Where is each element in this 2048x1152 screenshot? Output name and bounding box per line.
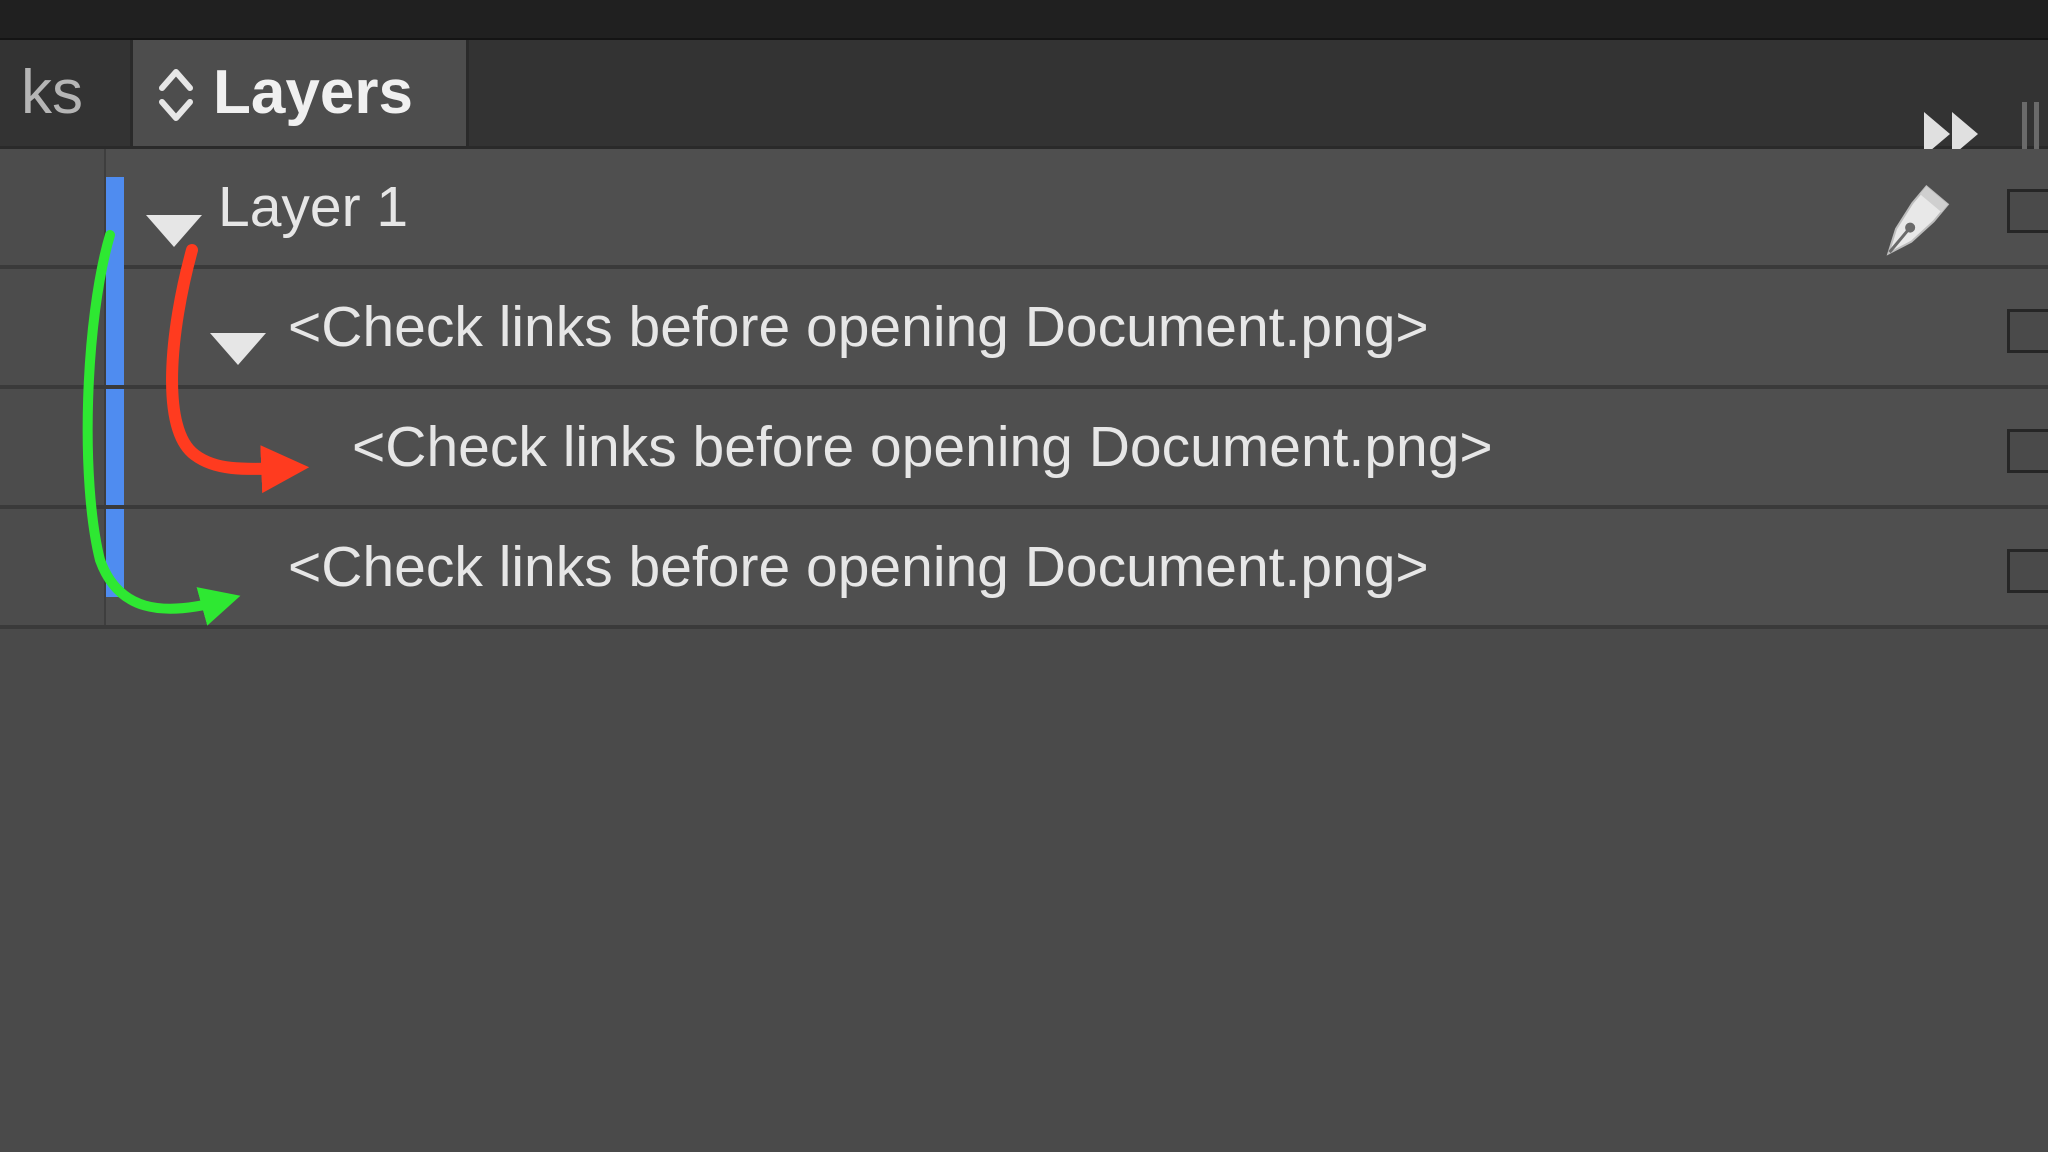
tab-links-label: ks: [21, 58, 83, 127]
layer-row-nested-object[interactable]: <Check links before opening Document.png…: [0, 389, 2048, 509]
tab-links[interactable]: ks: [0, 40, 123, 146]
layer-row-group[interactable]: <Check links before opening Document.png…: [0, 269, 2048, 389]
layer-name: <Check links before opening Document.png…: [288, 535, 1429, 599]
visibility-toggle[interactable]: [0, 149, 106, 265]
disclosure-triangle-icon[interactable]: [210, 329, 266, 369]
lock-toggle[interactable]: [2007, 429, 2048, 473]
layer-name: <Check links before opening Document.png…: [352, 415, 1493, 479]
lock-toggle[interactable]: [2007, 309, 2048, 353]
window-title-bar: [0, 0, 2048, 40]
lock-toggle[interactable]: [2007, 189, 2048, 233]
disclosure-triangle-icon[interactable]: [146, 211, 202, 251]
layers-panel-screenshot: ks Layers Layer 1 <Check links before op…: [0, 0, 2048, 1152]
visibility-toggle[interactable]: [0, 389, 106, 505]
panel-tab-bar: ks Layers: [0, 40, 2048, 166]
lock-toggle[interactable]: [2007, 549, 2048, 593]
up-down-chevron-icon[interactable]: [158, 66, 194, 124]
layer-color-strip: [106, 177, 124, 269]
pen-nib-icon: [1886, 185, 1950, 256]
layer-name: Layer 1: [218, 175, 409, 239]
layer-row-object[interactable]: <Check links before opening Document.png…: [0, 509, 2048, 629]
layer-name: <Check links before opening Document.png…: [288, 295, 1429, 359]
layer-color-strip: [106, 389, 124, 505]
layer-color-strip: [106, 509, 124, 597]
visibility-toggle[interactable]: [0, 509, 106, 625]
layer-row-layer-1[interactable]: Layer 1: [0, 149, 2048, 269]
tab-layers[interactable]: Layers: [130, 40, 469, 146]
visibility-toggle[interactable]: [0, 269, 106, 385]
layer-color-strip: [106, 269, 124, 385]
tab-layers-label: Layers: [213, 58, 413, 127]
